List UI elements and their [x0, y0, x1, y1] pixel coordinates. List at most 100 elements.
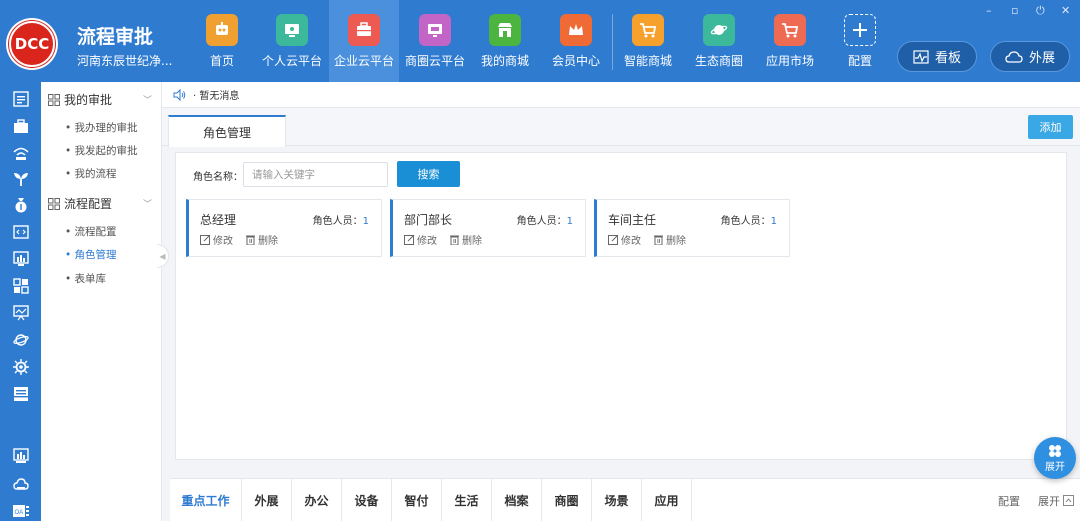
chart-icon[interactable] [11, 447, 31, 465]
sidebar-collapse-handle[interactable]: ◀ [157, 244, 169, 268]
store-icon [489, 14, 521, 46]
svg-text:OA: OA [15, 510, 24, 516]
chart-icon[interactable] [11, 250, 31, 268]
expand-out-button[interactable]: 外展 [990, 41, 1070, 72]
delete-button[interactable]: 删除 [245, 232, 278, 247]
sidebar-group-my-approval[interactable]: 我的审批 ﹀ [48, 91, 156, 108]
logo-text: DCC [9, 21, 55, 67]
tab-strip: 角色管理 添加 [162, 108, 1080, 147]
edit-button[interactable]: 修改 [200, 232, 233, 247]
sidebar-item[interactable]: • 我的流程 [65, 166, 117, 181]
grid-icon [48, 197, 60, 210]
grid-icon [48, 93, 60, 106]
search-button[interactable]: 搜索 [397, 161, 460, 187]
top-header: DCC 流程审批 河南东辰世纪净... 首页 个人云平台 企业云平台 商圈云平台 [0, 0, 1080, 82]
chevron-down-icon: ﹀ [142, 200, 152, 210]
list-icon[interactable] [11, 90, 31, 108]
expand-out-label: 外展 [1028, 51, 1055, 66]
edit-icon [404, 234, 415, 245]
trash-icon [450, 235, 459, 245]
cloud-icon[interactable] [11, 475, 31, 493]
code-icon[interactable] [11, 223, 31, 241]
grid-icon[interactable] [11, 277, 31, 295]
role-name: 总经理 [200, 213, 237, 227]
nav-config[interactable]: 配置 [825, 0, 895, 82]
nav-label: 商圈云平台 [404, 54, 465, 68]
bottom-tab[interactable]: 智付 [392, 479, 442, 521]
nav-my-mall[interactable]: 我的商城 [470, 0, 540, 82]
company-name: 河南东辰世纪净... [77, 54, 173, 68]
nav-enterprise-cloud[interactable]: 企业云平台 [329, 0, 399, 82]
oa-icon[interactable]: OA [11, 502, 31, 520]
bottom-config-link[interactable]: 配置 [998, 493, 1020, 509]
speaker-icon [173, 88, 186, 101]
delete-button[interactable]: 删除 [449, 232, 482, 247]
nav-personal-cloud[interactable]: 个人云平台 [257, 0, 327, 82]
sidebar-group-flow-config[interactable]: 流程配置 ﹀ [48, 195, 156, 212]
sprout-icon[interactable] [11, 170, 31, 188]
bottom-tab[interactable]: 场景 [592, 479, 642, 521]
bottom-tab[interactable]: 商圈 [542, 479, 592, 521]
role-card[interactable]: 部门部长 角色人员：1 修改 删除 [390, 199, 586, 257]
sidebar-menu: 我的审批 ﹀ • 我办理的审批 • 我发起的审批 • 我的流程 流程配置 ﹀ •… [41, 82, 162, 521]
tab-role-management[interactable]: 角色管理 [168, 115, 286, 147]
nav-eco-circle[interactable]: 生态商圈 [684, 0, 754, 82]
inbox-icon[interactable] [11, 385, 31, 403]
dashboard-button[interactable]: 看板 [897, 41, 977, 72]
role-name-label: 角色名称： [193, 172, 243, 183]
presentation-icon[interactable] [11, 304, 31, 322]
sidebar-item[interactable]: • 我办理的审批 [65, 120, 138, 135]
close-button[interactable]: ✕ [1061, 4, 1070, 17]
cart-icon [632, 14, 664, 46]
gear-icon[interactable] [11, 358, 31, 376]
nav-label: 我的商城 [480, 54, 529, 68]
expand-fab-button[interactable]: 展开 [1034, 437, 1076, 479]
wifi-icon[interactable] [11, 144, 31, 162]
sidebar-item[interactable]: • 表单库 [65, 271, 106, 286]
role-member-count: 角色人员：1 [720, 216, 777, 227]
nav-label: 首页 [209, 54, 234, 68]
bottom-tab-key-work[interactable]: 重点工作 [170, 479, 242, 521]
bottom-tab[interactable]: 生活 [442, 479, 492, 521]
delete-button[interactable]: 删除 [653, 232, 686, 247]
nav-label: 应用市场 [765, 54, 814, 68]
bottom-tab[interactable]: 办公 [292, 479, 342, 521]
bottom-tab[interactable]: 设备 [342, 479, 392, 521]
trash-icon [654, 235, 663, 245]
bottom-tab[interactable]: 档案 [492, 479, 542, 521]
edit-button[interactable]: 修改 [404, 232, 437, 247]
icon-sidebar: OA [0, 82, 41, 521]
nav-label: 智能商城 [623, 54, 672, 68]
app-root: DCC 流程审批 河南东辰世纪净... 首页 个人云平台 企业云平台 商圈云平台 [0, 0, 1080, 521]
planet-icon[interactable] [11, 331, 31, 349]
bottom-expand-link[interactable]: 展开 [1038, 493, 1074, 509]
briefcase-icon[interactable] [11, 118, 31, 136]
sidebar-group-label: 流程配置 [64, 197, 113, 211]
edit-button[interactable]: 修改 [608, 232, 641, 247]
briefcase-icon [348, 14, 380, 46]
bottom-tab[interactable]: 外展 [242, 479, 292, 521]
restore-button[interactable]: ▫ [1011, 4, 1018, 17]
add-button[interactable]: 添加 [1028, 115, 1073, 139]
bottom-tab[interactable]: 应用 [642, 479, 692, 521]
nav-home[interactable]: 首页 [187, 0, 257, 82]
nav-label: 个人云平台 [261, 54, 322, 68]
nav-label: 生态商圈 [694, 54, 743, 68]
bottom-tabbar: 重点工作 外展 办公 设备 智付 生活 档案 商圈 场景 应用 配置 展开 [170, 478, 1080, 521]
sidebar-item[interactable]: • 流程配置 [65, 224, 117, 239]
sidebar-item-role-management[interactable]: • 角色管理 [65, 247, 117, 262]
minimize-button[interactable]: – [986, 4, 992, 17]
sidebar-item[interactable]: • 我发起的审批 [65, 143, 138, 158]
nav-smart-mall[interactable]: 智能商城 [613, 0, 683, 82]
role-name: 部门部长 [404, 213, 453, 227]
clover-icon [1049, 444, 1061, 457]
role-card[interactable]: 总经理 角色人员：1 修改 删除 [186, 199, 382, 257]
moneybag-icon[interactable] [11, 196, 31, 214]
role-card[interactable]: 车间主任 角色人员：1 修改 删除 [594, 199, 790, 257]
nav-member-center[interactable]: 会员中心 [541, 0, 611, 82]
role-actions: 修改 删除 [608, 232, 686, 247]
search-input[interactable] [243, 162, 388, 187]
power-button[interactable]: ⏻ [1036, 4, 1045, 18]
nav-app-market[interactable]: 应用市场 [755, 0, 825, 82]
nav-business-cloud[interactable]: 商圈云平台 [400, 0, 470, 82]
